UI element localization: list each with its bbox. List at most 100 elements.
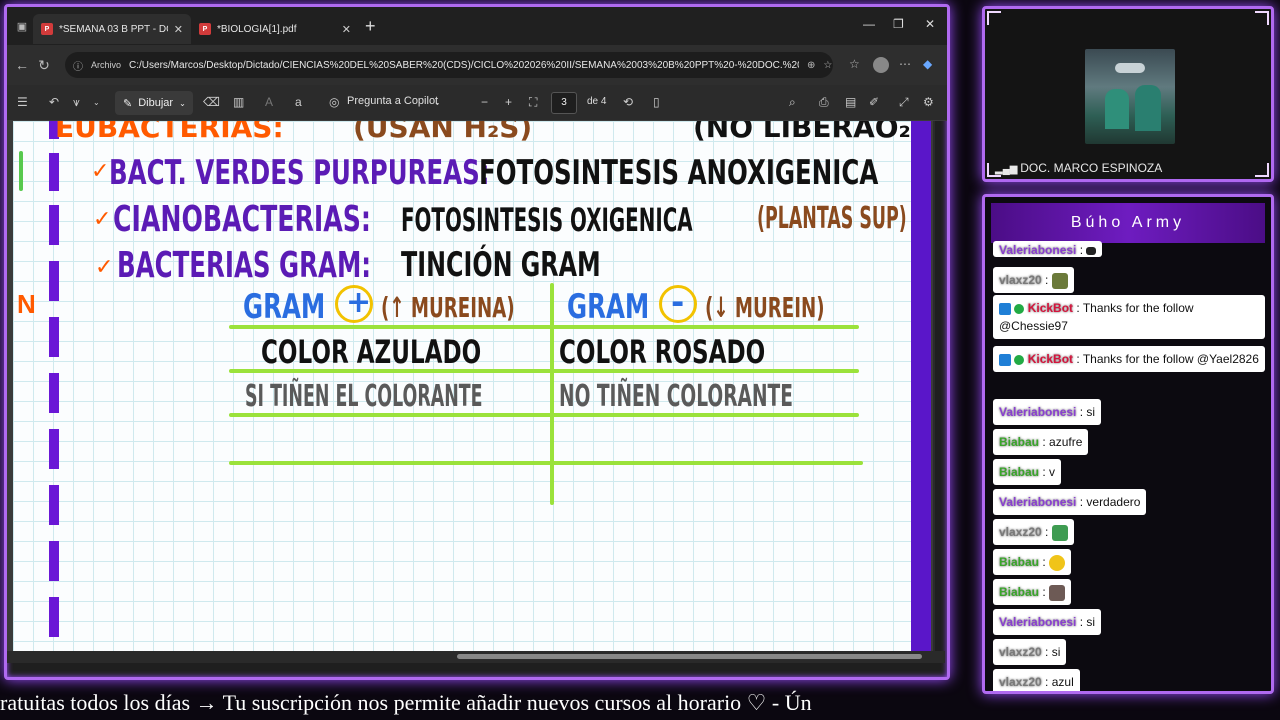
tab-label: *BIOLOGÍA[1].pdf [217, 23, 297, 35]
gram-positive-label: GRAM [243, 287, 326, 327]
chat-message: Valeriabonesi : [993, 241, 1103, 257]
chat-message: Biabau : v [993, 459, 1062, 485]
minimize-icon[interactable]: — [863, 17, 875, 31]
save-as-icon[interactable]: ✐ [869, 95, 879, 109]
vertical-scrollbar[interactable] [933, 121, 935, 651]
more-icon[interactable]: ⋯ [899, 57, 911, 71]
chat-message: Biabau : [993, 579, 1072, 605]
url-text: C:/Users/Marcos/Desktop/Dictado/CIENCIAS… [129, 59, 800, 71]
pdf-icon: P [199, 23, 211, 35]
chat-text: si [1086, 615, 1096, 629]
copilot-icon[interactable]: ◎ [329, 95, 339, 109]
settings-icon[interactable]: ⚙ [923, 95, 934, 109]
pen-icon: ✎ [123, 97, 133, 110]
chat-username: vlaxz20 [999, 645, 1042, 659]
scroll-thumb[interactable] [457, 654, 922, 659]
copilot-icon[interactable]: ◆ [923, 57, 932, 71]
gram-negative-note: (↓ MUREIN) [705, 291, 825, 324]
tab-actions-icon[interactable]: ▣ [11, 20, 33, 33]
undo-icon[interactable]: ↶ [49, 95, 59, 109]
text-icon[interactable]: A [265, 95, 273, 109]
new-tab-icon[interactable]: + [365, 16, 376, 37]
view-icon[interactable]: ▥ [233, 95, 244, 109]
maximize-icon[interactable]: ❐ [893, 17, 904, 31]
chevron-down-icon[interactable]: ⌄ [93, 98, 100, 107]
chat-message: Valeriabonesi : verdadero [993, 489, 1147, 515]
zoom-in-icon[interactable]: + [505, 95, 512, 109]
stream-layout: ▣ P *SEMANA 03 B PPT - DOC. MARC ✕ P *BI… [0, 0, 1280, 720]
browser-window: ▣ P *SEMANA 03 B PPT - DOC. MARC ✕ P *BI… [4, 4, 950, 680]
chat-username: vlaxz20 [999, 525, 1042, 539]
emote-icon [1049, 554, 1066, 571]
chat-username: KickBot [1027, 352, 1074, 366]
favorites-icon[interactable]: ☆ [849, 57, 860, 71]
chat-message: vlaxz20 : [993, 519, 1074, 545]
expand-icon[interactable]: ⤢ [899, 95, 909, 110]
fit-page-icon[interactable]: ⛶ [529, 95, 537, 110]
verified-icon [1014, 354, 1025, 365]
eraser-icon[interactable]: ⌫ [203, 95, 220, 109]
gram-positive-sign: + [346, 285, 372, 320]
ask-copilot-button[interactable]: Pregunta a Copilot [347, 95, 438, 107]
back-icon[interactable]: ← [11, 57, 33, 73]
chat-username: KickBot [1027, 301, 1074, 315]
chat-message: Biabau : azufre [993, 429, 1089, 455]
margin-dash [49, 261, 59, 301]
orange-mark: N [17, 289, 36, 319]
chat-text: azul [1051, 675, 1074, 689]
print-icon[interactable]: ⎙ [819, 95, 829, 110]
emote-icon [1051, 272, 1068, 289]
chat-username: vlaxz20 [999, 675, 1042, 689]
green-mark [19, 151, 23, 191]
pdf-toolbar: ☰ ↶ ⩛ ⌄ ✎ Dibujar ⌄ ⌫ ▥ A a ◎ Pregunta a… [7, 85, 947, 121]
info-icon: ⓘ [73, 61, 83, 73]
tab-biologia[interactable]: P *BIOLOGÍA[1].pdf ✕ [191, 14, 359, 44]
save-icon[interactable]: ▤ [845, 95, 856, 109]
draw-button[interactable]: ✎ Dibujar ⌄ [115, 91, 193, 115]
tab-bar: ▣ P *SEMANA 03 B PPT - DOC. MARC ✕ P *BI… [7, 7, 947, 45]
emote-icon [1086, 246, 1097, 255]
page-number-input[interactable]: 3 [551, 92, 577, 114]
chat-message: KickBot : Thanks for the follow @Chessie… [993, 295, 1265, 339]
tab-semana-03[interactable]: P *SEMANA 03 B PPT - DOC. MARC ✕ [33, 14, 191, 44]
note-tincion-gram: TINCIÓN GRAM [401, 245, 601, 285]
signal-icon: ▂▄▆ [995, 164, 1021, 175]
page-count: de 4 [587, 96, 607, 107]
close-icon[interactable]: ✕ [342, 23, 351, 36]
ticker-text: ratuitas todos los días → Tu suscripción… [0, 690, 812, 715]
chevron-down-icon[interactable]: ⌄ [434, 98, 441, 107]
zoom-out-icon[interactable]: − [481, 95, 488, 109]
rotate-icon[interactable]: ⟲ [623, 95, 633, 109]
page-view-icon[interactable]: ▯ [653, 95, 660, 109]
frame-corner [987, 11, 1001, 25]
highlight-icon[interactable]: ⩛ [73, 95, 80, 110]
favorite-icon[interactable]: ☆ [823, 60, 832, 71]
camera-name: ▂▄▆ DOC. MARCO ESPINOZA [995, 161, 1162, 175]
chat-username: Valeriabonesi [999, 615, 1077, 629]
note-bact-verdes: BACT. VERDES PURPUREAS: [109, 153, 490, 193]
profile-avatar[interactable] [873, 57, 889, 73]
check-mark: ✓ [95, 255, 114, 280]
address-bar-row: ← ↻ ⓘ Archivo C:/Users/Marcos/Desktop/Di… [7, 45, 947, 85]
close-window-icon[interactable]: ✕ [925, 17, 935, 31]
address-bar[interactable]: ⓘ Archivo C:/Users/Marcos/Desktop/Dictad… [65, 52, 833, 78]
chat-username: Valeriabonesi [999, 495, 1077, 509]
chat-text: azufre [1049, 435, 1083, 449]
refresh-icon[interactable]: ↻ [33, 57, 55, 74]
gram-negative-label: GRAM [567, 287, 650, 327]
chat-message: Valeriabonesi : si [993, 399, 1102, 425]
margin-dash [49, 485, 59, 525]
chat-username: Biabau [999, 435, 1040, 449]
contents-icon[interactable]: ☰ [17, 95, 28, 109]
frame-corner [1255, 163, 1269, 177]
chat-message: KickBot : Thanks for the follow @Yael282… [993, 346, 1265, 372]
file-scheme-label: Archivo [91, 60, 122, 70]
search-icon[interactable]: ⌕ [789, 95, 796, 110]
zoom-icon[interactable]: ⊕ [807, 60, 815, 71]
horizontal-scrollbar[interactable] [7, 651, 945, 663]
lamp-shape [1115, 63, 1145, 73]
read-aloud-icon[interactable]: a [295, 95, 302, 109]
close-icon[interactable]: ✕ [174, 23, 183, 36]
note-fotosintesis-oxigenica: FOTOSINTESIS OXIGENICA [401, 201, 693, 239]
pdf-page: N EUBACTERIAS: (USAN H₂S) (NO LIBERAO₂) … [13, 121, 924, 651]
